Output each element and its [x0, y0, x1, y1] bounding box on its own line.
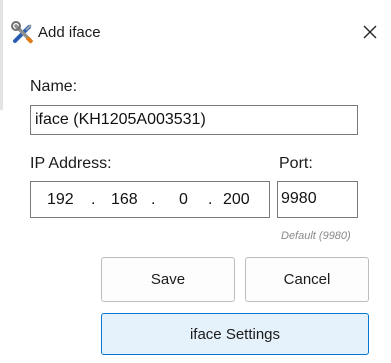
ip-octet-3[interactable]: 0 [179, 191, 188, 209]
ip-octet-4[interactable]: 200 [223, 191, 250, 209]
ip-separator: . [91, 191, 96, 208]
cancel-button[interactable]: Cancel [245, 257, 369, 302]
port-default-hint: Default (9980) [281, 230, 351, 242]
port-label: Port: [279, 155, 313, 172]
name-field[interactable]: iface (KH1205A003531) [30, 105, 358, 135]
close-button[interactable] [354, 16, 386, 48]
ip-separator: . [151, 191, 156, 208]
ip-octet-1[interactable]: 192 [47, 191, 74, 209]
window-title: Add iface [38, 24, 101, 41]
ip-address-label: IP Address: [30, 155, 112, 172]
ip-separator: . [208, 191, 213, 208]
name-label: Name: [30, 78, 78, 95]
iface-settings-button[interactable]: iface Settings [101, 313, 369, 355]
port-field[interactable]: 9980 [277, 181, 358, 218]
close-icon [363, 25, 377, 39]
title-bar: Add iface [0, 0, 391, 62]
tools-icon [10, 20, 36, 46]
save-button[interactable]: Save [101, 257, 235, 302]
ip-address-field[interactable]: 192 . 168 . 0 . 200 [30, 181, 270, 218]
ip-octet-2[interactable]: 168 [111, 191, 138, 209]
